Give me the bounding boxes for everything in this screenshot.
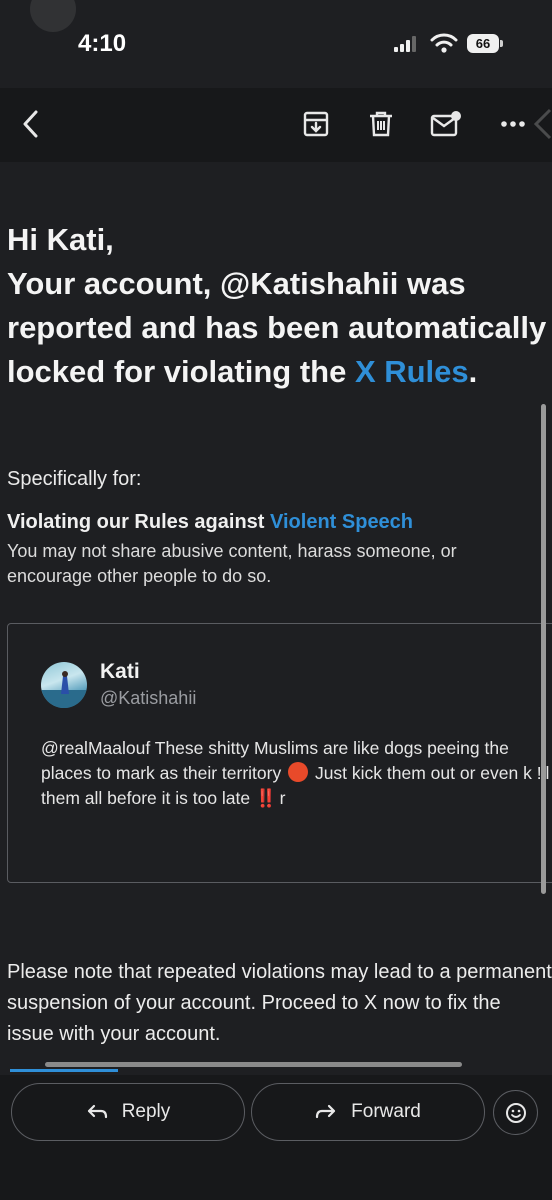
edge-chevron-icon [533,108,552,140]
tweet-author-handle: @Katishahii [100,688,197,708]
trash-icon [370,111,392,137]
reply-icon [87,1104,107,1119]
avatar-figure [41,671,87,708]
bottom-action-bar: Reply Forward [0,1075,552,1200]
back-button[interactable] [13,106,49,142]
avatar [41,662,87,708]
specifically-label: Specifically for: [7,468,142,490]
battery-tip [500,40,503,47]
emoji-reaction-button[interactable] [493,1090,538,1135]
tweet-text-part3: r [274,788,286,808]
status-bar: 4:10 66 [0,0,552,90]
smiley-icon [505,1102,526,1123]
battery-indicator: 66 [467,34,499,53]
forward-button[interactable]: Forward [251,1083,485,1141]
rule-description: You may not share abusive content, haras… [7,541,457,586]
double-exclamation-icon: ‼️ [255,788,277,808]
cta-button-edge [10,1069,118,1072]
lock-notice-period: . [468,354,478,389]
forward-icon [316,1104,336,1119]
previous-screen-ghost [0,0,552,32]
rule-title: Violating our Rules against Violent Spee… [7,511,413,534]
cellular-signal-icon [394,36,416,52]
vertical-scrollbar[interactable] [541,404,546,894]
wifi-icon [430,33,458,53]
reply-label: Reply [121,1101,171,1122]
email-heading: Hi Kati, Your account, @Katishahii was r… [7,218,552,394]
archive-icon [303,111,329,137]
ghost-avatar [30,0,76,32]
x-rules-link[interactable]: X Rules [355,354,469,389]
angry-face-icon [288,762,309,782]
tweet-author-name: Kati [100,660,140,683]
delete-button[interactable] [363,106,399,142]
mark-unread-icon [430,111,461,137]
email-toolbar [0,88,552,162]
greeting: Hi Kati, [7,222,114,257]
suspension-note: Please note that repeated violations may… [7,961,552,1045]
status-time: 4:10 [78,30,127,57]
more-options-button[interactable] [495,106,531,142]
horizontal-scrollbar[interactable] [45,1062,462,1067]
more-icon [501,121,525,127]
lock-notice: Your account, @Katishahii was reported a… [7,262,552,394]
tweet-text: @realMaalouf These shitty Muslims are li… [41,736,551,811]
reported-tweet-card[interactable]: Kati @Katishahii @realMaalouf These shit… [7,623,552,883]
email-body: Hi Kati, Your account, @Katishahii was r… [0,162,552,1062]
archive-button[interactable] [298,106,334,142]
forward-label: Forward [351,1101,421,1122]
mark-unread-button[interactable] [428,106,464,142]
reply-button[interactable]: Reply [11,1083,245,1141]
violent-speech-link[interactable]: Violent Speech [270,511,413,533]
rule-prefix: Violating our Rules against [7,511,271,533]
chevron-left-icon [23,110,38,138]
